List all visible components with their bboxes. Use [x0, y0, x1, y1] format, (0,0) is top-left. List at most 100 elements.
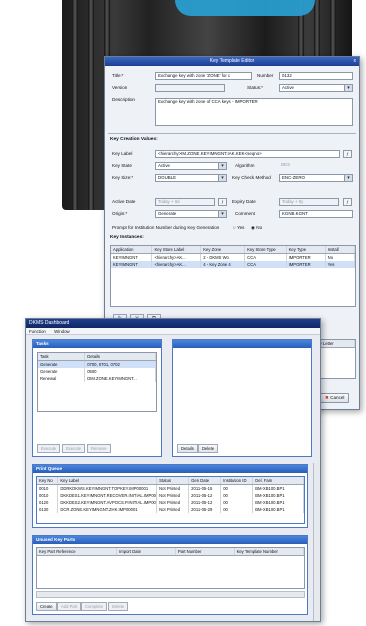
- unused-parts-header: Unused Key Parts: [33, 536, 307, 544]
- column-header[interactable]: Key Store Type: [245, 246, 287, 253]
- menu-window[interactable]: Window: [54, 329, 70, 334]
- vertical-scrollbar[interactable]: [313, 463, 320, 621]
- column-header[interactable]: Application: [111, 246, 153, 253]
- table-cell: 2011-05-12: [189, 492, 222, 499]
- table-cell: <hierarchy>AK...: [152, 261, 202, 268]
- active-date-field[interactable]: Today + 0d: [155, 198, 215, 206]
- expiry-date-field[interactable]: Today + 0y: [279, 198, 339, 206]
- column-header[interactable]: Install: [326, 246, 355, 253]
- column-header[interactable]: Del. Fam: [253, 477, 304, 484]
- menu-function[interactable]: Function: [29, 329, 46, 334]
- column-header[interactable]: Key Part Reference: [37, 548, 118, 555]
- key-instances-table[interactable]: Application Key Store Label Key Zone Key St…: [110, 245, 356, 307]
- table-row[interactable]: KEYIMNGNT <hierarchy>AK... 2 - DKMS Wo CCA I…: [111, 254, 355, 261]
- column-header[interactable]: Part Number: [176, 548, 235, 555]
- table-row[interactable]: Generate 0700, 0701, 0702: [38, 361, 156, 368]
- remove-button[interactable]: Remove: [87, 444, 111, 453]
- table-cell: 4 - Key Zone 4: [201, 261, 246, 268]
- details-button[interactable]: Details: [177, 444, 198, 453]
- add-part-button[interactable]: Add Part: [57, 602, 82, 611]
- column-header[interactable]: Details: [85, 353, 156, 360]
- prompt-yes-radio[interactable]: ○ Yes: [233, 223, 244, 233]
- key-state-select[interactable]: Active: [155, 162, 227, 170]
- create-button[interactable]: Create: [36, 602, 57, 611]
- column-header[interactable]: Institution ID: [221, 477, 254, 484]
- table-cell: KEYIMNGNT: [111, 254, 153, 261]
- prompt-no-radio[interactable]: ◉ No: [251, 223, 262, 233]
- algorithm-label: Algorithm: [235, 163, 255, 168]
- cancel-button[interactable]: ✖ Cancel: [320, 393, 350, 403]
- print-queue-header: Print Queue: [33, 465, 307, 473]
- status-select[interactable]: Active: [279, 84, 353, 92]
- active-date-function-button[interactable]: ƒ: [218, 198, 227, 206]
- expiry-date-function-button[interactable]: ƒ: [343, 198, 352, 206]
- origin-select[interactable]: Generate: [155, 210, 227, 218]
- prompt-text: Prompt for Institution Number during Key…: [112, 225, 220, 230]
- complete-button[interactable]: Complete: [81, 602, 107, 611]
- table-row[interactable]: KEYIMNGNT <hierarchy>AK... 4 - Key Zone 4C…: [111, 261, 355, 268]
- table-row[interactable]: 0010 DDRKDKWS.KEYIMNGNT.TOPKEY.IMP00001 No…: [37, 485, 304, 492]
- key-check-select[interactable]: ENC-ZERO: [279, 174, 353, 182]
- horizontal-scrollbar[interactable]: [36, 591, 305, 598]
- execute-button[interactable]: Execute: [37, 444, 61, 453]
- unused-parts-table[interactable]: Key Part Reference Import Date Part Number…: [36, 547, 305, 589]
- table-row[interactable]: 0130 DCR.ZONE.KEYIMNGNT.ZHK.IMP00001 Not P…: [37, 506, 304, 513]
- table-row[interactable]: 0120 DKKDES2.KEYIMNGNT.AVPOCS.P.INITIAL.I…: [37, 499, 304, 506]
- comment-field[interactable]: KGNB.KGNT: [279, 210, 353, 218]
- column-header[interactable]: Key No: [37, 477, 59, 484]
- kte-titlebar: Key Template Editor x: [105, 57, 359, 66]
- execute-all-button[interactable]: Execute: [62, 444, 86, 453]
- table-cell: KEYIMNGNT: [111, 261, 153, 268]
- divider: [108, 133, 356, 134]
- tasks-table[interactable]: Task Details Generate 0700, 0701, 0702 Gener…: [37, 352, 157, 412]
- table-cell: 0120: [37, 499, 59, 506]
- table-cell: CCA: [245, 261, 287, 268]
- column-header[interactable]: Key Store Label: [152, 246, 202, 253]
- table-header: Key No Key Label Status Gen Date Institution…: [37, 477, 304, 485]
- table-header: Application Key Store Label Key Zone Key St…: [111, 246, 355, 254]
- column-header[interactable]: Status: [157, 477, 190, 484]
- table-cell: 00: [221, 506, 254, 513]
- key-size-label: Key Size:*: [112, 175, 134, 180]
- print-queue-table[interactable]: Key No Key Label Status Gen Date Institution…: [36, 476, 305, 524]
- title-field[interactable]: Exchange key with zone 'ZONE' for c: [155, 72, 252, 80]
- server-top-logo-image: [175, 0, 315, 16]
- table-row[interactable]: 0010 DKKDES1.KEYIMNGNT.RECOVER.INITIAL.IM…: [37, 492, 304, 499]
- description-textarea[interactable]: Exchange key with zone of CCA keys - IMP…: [155, 98, 353, 126]
- key-label-field[interactable]: <hierarchy>IM.ZONE.KEYIMNGNT.IAK.KEK<seq…: [155, 150, 340, 158]
- algorithm-value: DES: [281, 162, 291, 167]
- table-row[interactable]: Generate 0500: [38, 368, 156, 375]
- dkms-dashboard-window: DKMS Dashboard Function Window Tasks Tas…: [25, 318, 321, 622]
- version-label: Version: [112, 85, 128, 90]
- number-field[interactable]: 0132: [279, 72, 353, 80]
- key-label-function-button[interactable]: ƒ: [343, 150, 352, 158]
- column-header[interactable]: Key Type: [287, 246, 326, 253]
- column-header[interactable]: Gen Date: [189, 477, 222, 484]
- version-field[interactable]: [155, 84, 225, 92]
- delete-button[interactable]: Delete: [198, 444, 219, 453]
- key-size-select[interactable]: DOUBLE: [155, 174, 227, 182]
- table-cell: 00: [221, 485, 254, 492]
- table-cell: 2 - DKMS Wo: [201, 254, 246, 261]
- origin-label: Origin:*: [112, 211, 128, 216]
- table-cell: DCR.ZONE.KEYIMNGNT.ZHK.IMP00001: [58, 506, 158, 513]
- table-cell: 2011-05-12: [189, 499, 222, 506]
- column-header[interactable]: Key Label: [58, 477, 158, 484]
- delete-part-button[interactable]: Delete: [108, 602, 129, 611]
- column-header[interactable]: Import Date: [117, 548, 176, 555]
- table-header: Task Details: [38, 353, 156, 361]
- column-header[interactable]: Task: [38, 353, 86, 360]
- table-cell: 0010: [37, 492, 59, 499]
- column-header[interactable]: Key Template Number: [235, 548, 304, 555]
- table-cell: 2011-05-29: [189, 506, 222, 513]
- table-cell: DKKDES1.KEYIMNGNT.RECOVER.INITIAL.IMP000…: [60, 492, 158, 499]
- x-icon: ✖: [325, 395, 329, 400]
- print-queue-panel: Print Queue Key No Key Label Status Gen Dat…: [32, 464, 308, 528]
- close-icon[interactable]: x: [354, 57, 357, 66]
- table-row[interactable]: Renewal DIM.ZONE.KEYIMNGNT...: [38, 375, 156, 382]
- table-cell: DIM.ZONE.KEYIMNGNT...: [85, 375, 156, 382]
- column-header[interactable]: Key Zone: [201, 246, 246, 253]
- table-cell: 0500: [85, 368, 156, 375]
- table-cell: 0010: [37, 485, 59, 492]
- table-cell: DKKDES2.KEYIMNGNT.AVPOCS.P.INITIAL.IMP00…: [60, 499, 158, 506]
